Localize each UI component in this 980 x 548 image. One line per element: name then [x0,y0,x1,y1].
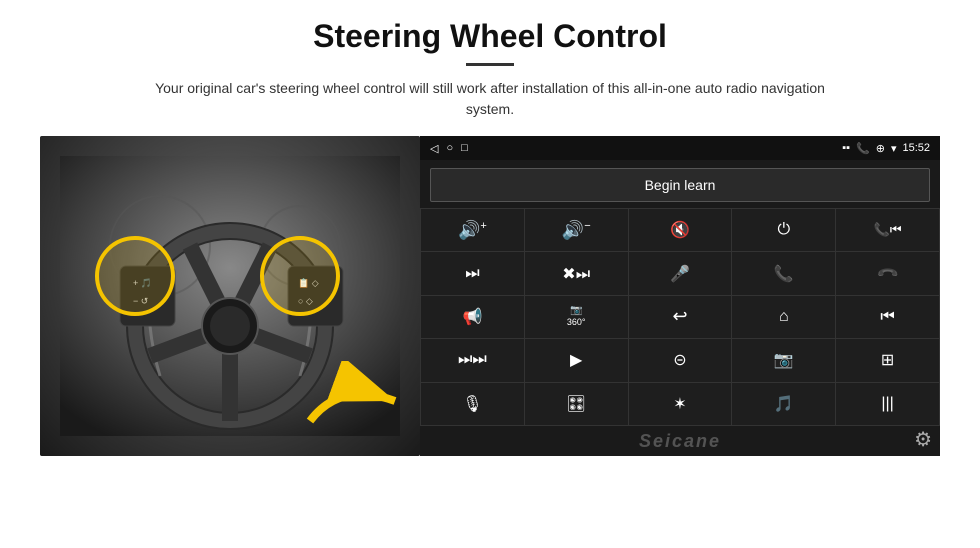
grid-vol-down[interactable]: 🔊− [525,209,628,251]
vol-up-icon: 🔊+ [458,220,487,241]
status-left: ◁ ○ □ [430,142,468,155]
mic2-icon: 🎙 [462,394,482,414]
seicane-logo: Seicane [639,431,721,452]
grid-fast-fwd[interactable]: ⏭⏭ [421,339,524,381]
mute-icon: 🔇 [670,220,690,240]
grid-mic[interactable]: 🎤 [629,252,732,294]
navigate-icon: ▶ [570,350,582,370]
grid-settings-knob[interactable]: 🎛 [525,383,628,425]
circle-left-highlight [95,236,175,316]
title-divider [466,63,514,66]
android-panel: ◁ ○ □ ▪▪ 📞 ⊕ ▾ 15:52 Begin learn [420,136,940,456]
bars-icon: ||| [881,395,893,413]
clock: 15:52 [902,142,930,154]
grid-equalizer[interactable]: ⊞ [836,339,939,381]
grid-vol-up[interactable]: 🔊+ [421,209,524,251]
wifi-icon: ▾ [891,142,897,155]
eject-icon: ⊝ [673,350,686,370]
back-nav-icon: ↩ [672,306,687,327]
speaker-icon: 📢 [462,307,482,327]
grid-power[interactable]: ⏻ [732,209,835,251]
grid-music[interactable]: 🎵 [732,383,835,425]
grid-call-prev[interactable]: 📞⏮ [836,209,939,251]
grid-speaker[interactable]: 📢 [421,296,524,338]
home-icon: ⌂ [779,308,789,326]
vol-down-icon: 🔊− [562,220,591,241]
status-bar: ◁ ○ □ ▪▪ 📞 ⊕ ▾ 15:52 [420,136,940,160]
grid-bluetooth[interactable]: ✶ [629,383,732,425]
yellow-arrow-svg [300,361,410,441]
mic-icon: 🎤 [670,264,690,284]
grid-back[interactable]: ↩ [629,296,732,338]
page-container: Steering Wheel Control Your original car… [0,0,980,548]
content-row: + 🎵 − ↺ 📋 ◇ ○ ◇ [40,136,940,456]
360-icon: 📷360° [567,305,586,329]
location-icon: ⊕ [876,142,885,155]
hangup-icon: 📞 [875,261,899,285]
skip-icon: ✖⏭ [562,264,590,284]
icon-grid: 🔊+ 🔊− 🔇 ⏻ 📞⏮ ⏭ ✖⏭ 🎤 📞 📞 📢 📷360° ↩ ⌂ ⏮ ⏭⏭ [420,208,940,426]
bluetooth-icon: ✶ [673,394,686,414]
signal-icon: ▪▪ [842,142,850,154]
car-image-area: + 🎵 − ↺ 📋 ◇ ○ ◇ [40,136,420,456]
grid-360[interactable]: 📷360° [525,296,628,338]
arrow-container [300,361,410,446]
grid-mic2[interactable]: 🎙 [421,383,524,425]
recents-icon[interactable]: □ [461,142,468,154]
grid-next[interactable]: ⏭ [421,252,524,294]
call-icon: 📞 [774,264,794,284]
call-prev-icon: 📞⏮ [874,222,902,238]
grid-navigate[interactable]: ▶ [525,339,628,381]
grid-call[interactable]: 📞 [732,252,835,294]
back-icon[interactable]: ◁ [430,142,438,155]
prev-prev-icon: ⏮ [880,308,894,326]
page-title: Steering Wheel Control [313,18,667,55]
grid-mute[interactable]: 🔇 [629,209,732,251]
page-subtitle: Your original car's steering wheel contr… [140,78,840,120]
grid-camera[interactable]: 📷 [732,339,835,381]
gear-icon[interactable]: ⚙ [914,427,932,452]
grid-home[interactable]: ⌂ [732,296,835,338]
grid-bars[interactable]: ||| [836,383,939,425]
power-icon: ⏻ [777,221,790,239]
fast-fwd-icon: ⏭⏭ [458,351,487,369]
home-circle-icon[interactable]: ○ [446,142,453,154]
begin-learn-row: Begin learn [420,160,940,208]
grid-hangup[interactable]: 📞 [836,252,939,294]
equalizer-icon: ⊞ [881,350,894,370]
bottom-bar: Seicane ⚙ [420,426,940,456]
camera-icon: 📷 [774,350,794,370]
grid-eject[interactable]: ⊝ [629,339,732,381]
settings-knob-icon: 🎛 [566,394,586,414]
begin-learn-button[interactable]: Begin learn [430,168,930,202]
status-right: ▪▪ 📞 ⊕ ▾ 15:52 [842,142,930,155]
phone-status-icon: 📞 [856,142,870,155]
circle-right-highlight [260,236,340,316]
grid-skip[interactable]: ✖⏭ [525,252,628,294]
next-icon: ⏭ [465,265,479,283]
music-icon: 🎵 [774,394,794,414]
grid-prev-prev[interactable]: ⏮ [836,296,939,338]
